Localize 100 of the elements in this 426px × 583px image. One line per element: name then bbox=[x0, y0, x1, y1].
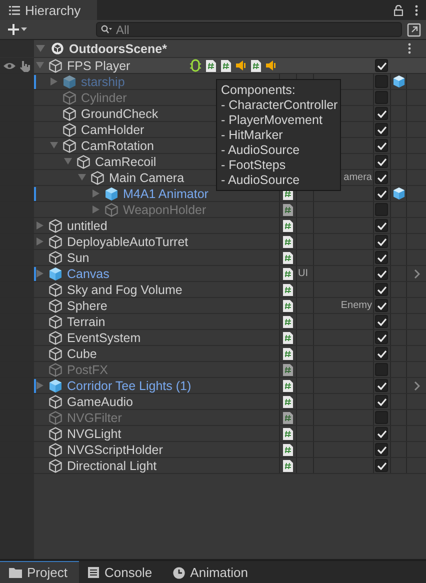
cube-icon bbox=[63, 106, 76, 120]
hierarchy-row[interactable]: EventSystem bbox=[0, 330, 426, 346]
hierarchy-row[interactable]: Cube bbox=[0, 346, 426, 362]
active-checkbox[interactable] bbox=[375, 187, 388, 200]
add-button[interactable] bbox=[8, 24, 30, 35]
hierarchy-row[interactable]: untitled bbox=[0, 218, 426, 234]
object-name[interactable]: Sun bbox=[67, 250, 90, 264]
active-checkbox[interactable] bbox=[375, 283, 388, 296]
active-checkbox[interactable] bbox=[375, 251, 388, 264]
active-checkbox[interactable] bbox=[375, 235, 388, 248]
list-icon bbox=[9, 6, 20, 14]
cube-icon[interactable] bbox=[392, 187, 404, 200]
hierarchy-row[interactable]: NVGLight bbox=[0, 426, 426, 442]
active-checkbox[interactable] bbox=[375, 363, 388, 376]
object-name[interactable]: NVGScriptHolder bbox=[67, 442, 163, 456]
tooltip-line: - AudioSource bbox=[221, 173, 301, 188]
object-name[interactable]: Sky and Fog Volume bbox=[67, 282, 182, 296]
active-checkbox[interactable] bbox=[375, 59, 388, 72]
object-name[interactable]: GameAudio bbox=[67, 394, 134, 408]
cube-icon bbox=[49, 282, 62, 296]
object-name[interactable]: DeployableAutoTurret bbox=[67, 234, 188, 248]
object-name[interactable]: FPS Player bbox=[67, 58, 130, 72]
cube-icon bbox=[63, 138, 76, 152]
object-name[interactable]: CamRotation bbox=[81, 138, 154, 152]
active-checkbox[interactable] bbox=[375, 395, 388, 408]
object-name[interactable]: untitled bbox=[67, 218, 108, 232]
active-checkbox[interactable] bbox=[375, 379, 388, 392]
scene-name: OutdoorsScene* bbox=[69, 42, 167, 56]
hand-icon[interactable] bbox=[20, 60, 31, 72]
search-icon[interactable] bbox=[101, 25, 112, 34]
active-checkbox[interactable] bbox=[375, 219, 388, 232]
hierarchy-row[interactable]: Canvas UI bbox=[0, 266, 426, 282]
open-window-button[interactable] bbox=[406, 22, 422, 36]
hierarchy-tab[interactable]: Hierarchy bbox=[0, 0, 97, 20]
object-name[interactable]: Corridor Tee Lights (1) bbox=[67, 378, 192, 392]
active-checkbox[interactable] bbox=[375, 347, 388, 360]
cube-icon bbox=[77, 154, 90, 168]
active-checkbox[interactable] bbox=[375, 299, 388, 312]
active-checkbox[interactable] bbox=[375, 123, 388, 136]
cube-icon bbox=[63, 74, 76, 88]
object-name[interactable]: Main Camera bbox=[109, 170, 184, 184]
cube-icon bbox=[49, 442, 62, 456]
active-checkbox[interactable] bbox=[375, 139, 388, 152]
active-checkbox[interactable] bbox=[375, 107, 388, 120]
hierarchy-row[interactable]: NVGScriptHolder bbox=[0, 442, 426, 458]
active-checkbox[interactable] bbox=[375, 155, 388, 168]
hierarchy-row[interactable]: Sphere Enemy bbox=[0, 298, 426, 314]
cube-icon bbox=[91, 170, 104, 184]
active-checkbox[interactable] bbox=[375, 171, 388, 184]
object-name[interactable]: NVGLight bbox=[67, 426, 122, 440]
object-name[interactable]: EventSystem bbox=[67, 330, 141, 344]
cube-icon bbox=[49, 234, 62, 248]
cube-icon bbox=[49, 394, 62, 408]
panel-tab[interactable]: Console bbox=[79, 561, 164, 583]
object-name[interactable]: CamHolder bbox=[81, 122, 144, 136]
cube-icon bbox=[49, 410, 62, 424]
active-checkbox[interactable] bbox=[375, 443, 388, 456]
hierarchy-row[interactable]: Sun bbox=[0, 250, 426, 266]
active-checkbox[interactable] bbox=[375, 75, 388, 88]
object-name[interactable]: Sphere bbox=[67, 298, 108, 312]
active-checkbox[interactable] bbox=[375, 315, 388, 328]
cube-icon[interactable] bbox=[392, 75, 404, 88]
cube-icon bbox=[105, 202, 118, 216]
chevron-right-icon[interactable] bbox=[414, 268, 420, 278]
search-field[interactable]: All bbox=[96, 22, 402, 37]
active-checkbox[interactable] bbox=[375, 459, 388, 472]
panel-tab[interactable]: Project bbox=[0, 561, 80, 583]
object-name[interactable]: Cube bbox=[67, 346, 97, 360]
hierarchy-row[interactable]: DeployableAutoTurret bbox=[0, 234, 426, 250]
hierarchy-row[interactable]: Directional Light bbox=[0, 458, 426, 474]
layer-label: UI bbox=[298, 268, 308, 279]
cube-icon bbox=[49, 330, 62, 344]
cube-icon bbox=[63, 90, 76, 104]
object-name[interactable]: M4A1 Animator bbox=[123, 186, 208, 200]
chevron-right-icon[interactable] bbox=[414, 380, 420, 390]
object-name[interactable]: Directional Light bbox=[67, 458, 157, 472]
hierarchy-row[interactable]: GameAudio bbox=[0, 394, 426, 410]
cube-icon bbox=[49, 346, 62, 360]
active-checkbox[interactable] bbox=[375, 411, 388, 424]
cube-icon bbox=[49, 266, 62, 280]
hierarchy-row[interactable]: Terrain bbox=[0, 314, 426, 330]
active-checkbox[interactable] bbox=[375, 331, 388, 344]
active-checkbox[interactable] bbox=[375, 427, 388, 440]
object-name[interactable]: CamRecoil bbox=[95, 154, 156, 168]
panel-tab[interactable]: Animation bbox=[164, 561, 260, 583]
lock-icon[interactable] bbox=[394, 4, 403, 16]
active-checkbox[interactable] bbox=[375, 267, 388, 280]
object-name[interactable]: Canvas bbox=[67, 266, 110, 280]
object-name[interactable]: GroundCheck bbox=[81, 106, 158, 120]
active-checkbox[interactable] bbox=[375, 203, 388, 216]
eye-icon[interactable] bbox=[3, 62, 16, 70]
more-icon[interactable] bbox=[415, 4, 418, 16]
more-icon[interactable] bbox=[408, 43, 411, 54]
hierarchy-row[interactable]: Sky and Fog Volume bbox=[0, 282, 426, 298]
cube-icon bbox=[49, 426, 62, 440]
active-checkbox[interactable] bbox=[375, 91, 388, 104]
cube-icon bbox=[49, 314, 62, 328]
tooltip-line: - FootSteps bbox=[221, 158, 287, 173]
hierarchy-row[interactable]: Corridor Tee Lights (1) bbox=[0, 378, 426, 394]
object-name[interactable]: Terrain bbox=[67, 314, 106, 328]
